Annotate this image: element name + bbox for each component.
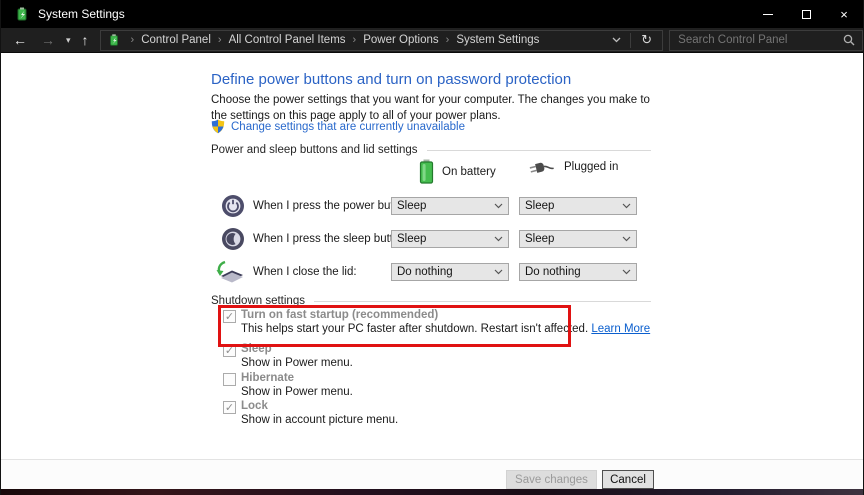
save-changes-button[interactable]: Save changes xyxy=(506,470,597,489)
battery-icon xyxy=(419,159,434,184)
section-power-sleep-lid: Power and sleep buttons and lid settings xyxy=(211,144,651,156)
chevron-down-icon xyxy=(494,269,503,275)
lid-close-icon xyxy=(215,260,245,286)
title-bar: System Settings × xyxy=(1,0,863,28)
section-title: Power and sleep buttons and lid settings xyxy=(211,144,418,156)
on-battery-column-header: On battery xyxy=(419,159,496,184)
section-shutdown-settings: Shutdown settings xyxy=(211,295,651,307)
uac-shield-icon xyxy=(211,119,225,134)
plugged-in-column-header: Plugged in xyxy=(529,159,618,175)
hibernate-label: Hibernate xyxy=(241,372,294,384)
sleep-label: Sleep xyxy=(241,343,272,355)
back-button[interactable]: ← xyxy=(6,33,34,47)
change-unavailable-settings-link[interactable]: Change settings that are currently unava… xyxy=(231,121,465,133)
cancel-button[interactable]: Cancel xyxy=(602,470,654,489)
section-title: Shutdown settings xyxy=(211,295,305,307)
breadcrumb-system-settings[interactable]: System Settings xyxy=(454,34,541,46)
close-lid-on-battery-select[interactable]: Do nothing xyxy=(391,263,509,281)
column-label: Plugged in xyxy=(564,161,618,173)
fast-startup-label: Turn on fast startup (recommended) xyxy=(241,309,438,321)
sleep-description: Show in Power menu. xyxy=(241,357,353,369)
footer-bar: Save changes Cancel xyxy=(1,459,863,489)
minimize-button[interactable] xyxy=(749,0,787,28)
chevron-down-icon xyxy=(494,236,503,242)
power-button-on-battery-select[interactable]: Sleep xyxy=(391,197,509,215)
hibernate-checkbox[interactable] xyxy=(223,373,236,386)
window-title: System Settings xyxy=(38,7,125,21)
breadcrumb-separator: › xyxy=(126,34,140,46)
search-box[interactable] xyxy=(669,30,863,51)
app-icon xyxy=(14,6,30,22)
divider xyxy=(427,150,652,151)
power-button-icon xyxy=(221,194,245,218)
lock-checkbox[interactable]: ✓ xyxy=(223,401,236,414)
chevron-down-icon xyxy=(494,203,503,209)
sleep-button-row: When I press the sleep button: Sleep Sle… xyxy=(211,227,651,253)
sleep-button-plugged-in-select[interactable]: Sleep xyxy=(519,230,637,248)
fast-startup-description: This helps start your PC faster after sh… xyxy=(241,323,650,335)
address-bar[interactable]: › Control Panel › All Control Panel Item… xyxy=(100,30,664,51)
breadcrumb-power-options[interactable]: Power Options xyxy=(361,34,440,46)
maximize-icon xyxy=(802,10,811,19)
close-button[interactable]: × xyxy=(825,0,863,28)
lock-label: Lock xyxy=(241,400,268,412)
breadcrumb-separator: › xyxy=(213,34,227,46)
close-icon: × xyxy=(840,7,848,22)
minimize-icon xyxy=(763,14,773,15)
recent-pages-chevron-icon[interactable]: ▾ xyxy=(62,36,75,45)
column-label: On battery xyxy=(442,166,496,178)
close-lid-row: When I close the lid: Do nothing Do noth… xyxy=(211,260,651,286)
lock-description: Show in account picture menu. xyxy=(241,414,398,426)
forward-button[interactable]: → xyxy=(34,33,62,47)
hibernate-description: Show in Power menu. xyxy=(241,386,353,398)
chevron-down-icon xyxy=(622,269,631,275)
learn-more-link[interactable]: Learn More xyxy=(591,323,650,335)
desktop-wallpaper-strip xyxy=(1,489,863,495)
sleep-button-on-battery-select[interactable]: Sleep xyxy=(391,230,509,248)
search-input[interactable] xyxy=(670,34,843,46)
navigation-toolbar: ← → ▾ ↑ › Control Panel › All Control Pa… xyxy=(1,28,863,53)
breadcrumb-separator: › xyxy=(348,34,362,46)
divider xyxy=(314,301,651,302)
row-label: When I press the power button: xyxy=(253,200,413,212)
address-dropdown-chevron-icon[interactable] xyxy=(603,34,630,46)
system-settings-window: System Settings × ← → ▾ ↑ › Control Pane… xyxy=(0,0,864,495)
main-content: Define power buttons and turn on passwor… xyxy=(1,53,863,459)
up-button[interactable]: ↑ xyxy=(75,33,96,47)
chevron-down-icon xyxy=(622,236,631,242)
breadcrumb-separator: › xyxy=(441,34,455,46)
maximize-button[interactable] xyxy=(787,0,825,28)
page-title: Define power buttons and turn on passwor… xyxy=(211,71,571,88)
sleep-checkbox[interactable]: ✓ xyxy=(223,344,236,357)
row-label: When I press the sleep button: xyxy=(253,233,409,245)
plug-icon xyxy=(529,159,556,175)
row-label: When I close the lid: xyxy=(253,266,357,278)
refresh-icon[interactable]: ↻ xyxy=(631,32,662,48)
close-lid-plugged-in-select[interactable]: Do nothing xyxy=(519,263,637,281)
fast-startup-checkbox[interactable]: ✓ xyxy=(223,310,236,323)
breadcrumb-all-items[interactable]: All Control Panel Items xyxy=(227,34,348,46)
breadcrumb-control-panel[interactable]: Control Panel xyxy=(139,34,213,46)
search-icon[interactable] xyxy=(843,34,855,46)
chevron-down-icon xyxy=(622,203,631,209)
power-button-row: When I press the power button: Sleep Sle… xyxy=(211,194,651,220)
power-button-plugged-in-select[interactable]: Sleep xyxy=(519,197,637,215)
control-panel-icon xyxy=(107,33,121,47)
sleep-button-icon xyxy=(221,227,245,251)
